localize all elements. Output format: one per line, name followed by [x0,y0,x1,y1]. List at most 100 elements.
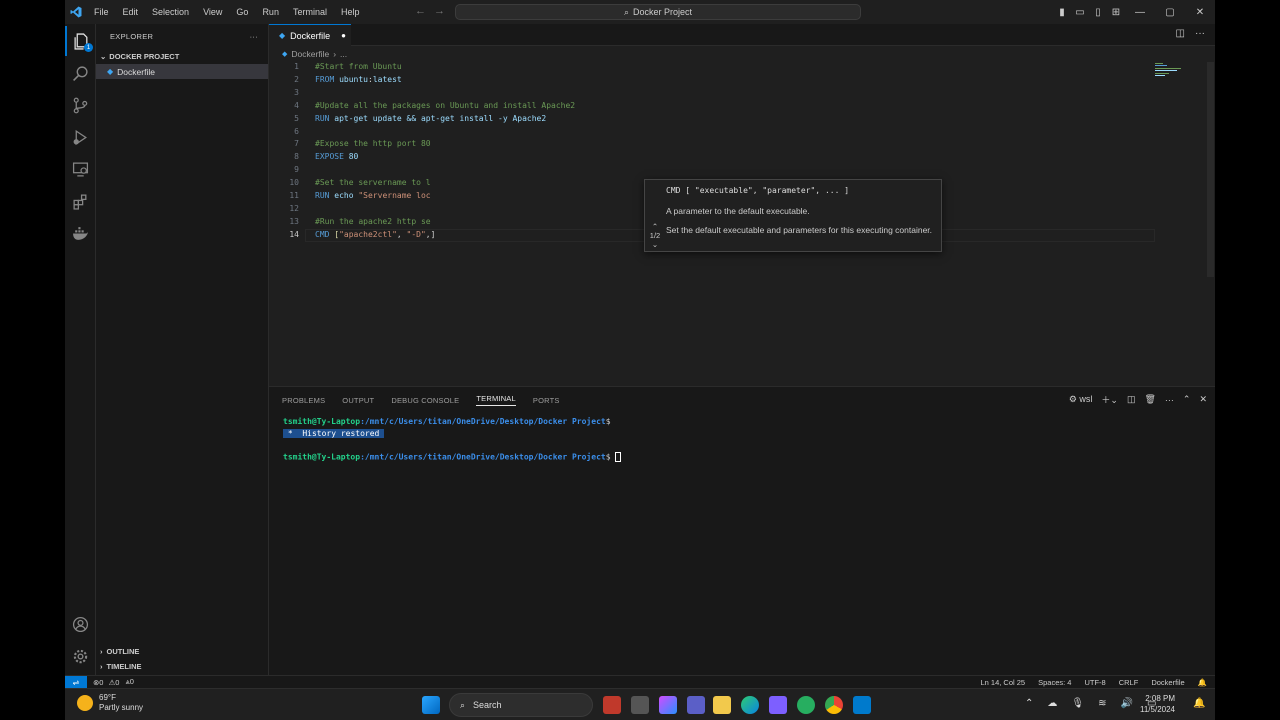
microphone-icon[interactable]: 🎙 [1071,698,1084,709]
toggle-sidebar-icon[interactable]: ▮ [1053,7,1071,18]
code-line[interactable]: RUN apt-get update && apt-get install -y… [315,114,546,123]
toggle-secondary-sidebar-icon[interactable]: ▯ [1089,7,1107,18]
code-line[interactable]: #Update all the packages on Ubuntu and i… [315,101,575,110]
back-arrow-icon[interactable]: ← [415,5,434,17]
file-item-dockerfile[interactable]: ◆ Dockerfile [96,64,268,79]
code-line[interactable]: #Start from Ubuntu [315,62,402,71]
more-actions-icon[interactable]: ··· [1165,395,1174,405]
chevron-right-icon: › [100,647,103,656]
menu-file[interactable]: File [87,7,116,17]
onedrive-icon[interactable]: ☁ [1047,698,1057,709]
line-ending[interactable]: CRLF [1119,678,1139,687]
chrome-icon[interactable] [825,696,843,714]
code-line[interactable]: EXPOSE 80 [315,152,358,161]
file-explorer-icon[interactable] [713,696,731,714]
code-line[interactable]: CMD ["apache2ctl", "-D",] [315,230,435,239]
encoding[interactable]: UTF-8 [1084,678,1105,687]
indentation[interactable]: Spaces: 4 [1038,678,1071,687]
terminal-shell-selector[interactable]: ⚙ wsl [1069,394,1093,405]
menu-help[interactable]: Help [334,7,367,17]
tab-dockerfile[interactable]: ◆ Dockerfile ● [269,24,351,46]
wifi-icon[interactable]: ≋ [1098,698,1106,709]
project-folder[interactable]: ⌄ DOCKER PROJECT [96,48,268,64]
timeline-section[interactable]: › TIMELINE [96,659,269,674]
breadcrumb-more[interactable]: ... [340,49,347,59]
customize-layout-icon[interactable]: ⊞ [1107,7,1125,18]
store-icon[interactable] [769,696,787,714]
edge-icon[interactable] [741,696,759,714]
photos-app-icon[interactable] [603,696,621,714]
explorer-icon[interactable]: 1 [65,26,96,56]
language-mode[interactable]: Dockerfile [1151,678,1184,687]
code-token: RUN [315,191,335,200]
chevron-up-icon[interactable]: ⌃ [645,222,665,231]
menu-run[interactable]: Run [255,7,286,17]
tab-ports[interactable]: PORTS [533,396,560,405]
cursor-position[interactable]: Ln 14, Col 25 [980,678,1025,687]
code-line[interactable]: FROM ubuntu:latest [315,75,402,84]
more-actions-icon[interactable]: ··· [250,32,258,41]
menu-go[interactable]: Go [229,7,255,17]
file-item-label: Dockerfile [117,66,155,77]
terminal-line[interactable]: tsmith@Ty-Laptop:/mnt/c/Users/titan/OneD… [283,452,622,462]
maximize-panel-icon[interactable]: ⌃ [1183,394,1191,405]
problems-indicator[interactable]: ⊗0 ⚠0 [93,678,119,687]
code-line[interactable]: #Expose the http port 80 [315,139,431,148]
task-view-icon[interactable] [631,696,649,714]
copilot-icon[interactable] [659,696,677,714]
tab-problems[interactable]: PROBLEMS [282,396,325,405]
new-terminal-icon[interactable]: ＋⌄ [1101,393,1118,406]
settings-gear-icon[interactable] [65,641,96,671]
breadcrumb-file[interactable]: Dockerfile [291,49,329,59]
remote-explorer-icon[interactable] [65,154,96,184]
notification-bell-icon[interactable]: 🔔 [1193,698,1205,709]
xbox-icon[interactable] [797,696,815,714]
taskbar-search[interactable]: ⌕ Search [449,693,593,717]
remote-indicator-icon[interactable]: ⇌ [65,675,87,688]
code-line[interactable]: #Run the apache2 http se [315,217,431,226]
vscode-taskbar-icon[interactable] [853,696,871,714]
code-line[interactable]: RUN echo "Servername loc [315,191,431,200]
menu-edit[interactable]: Edit [116,7,146,17]
close-button[interactable]: ✕ [1185,7,1215,18]
notifications-bell-icon[interactable]: 🔔 [1198,678,1207,687]
search-icon[interactable] [65,58,96,88]
tab-terminal[interactable]: TERMINAL [476,394,516,406]
tab-output[interactable]: OUTPUT [342,396,374,405]
volume-icon[interactable]: 🔊 [1120,698,1132,709]
menu-view[interactable]: View [196,7,229,17]
taskbar-clock[interactable]: 2:08 PM 11/5/2024 [1140,693,1175,715]
ports-indicator[interactable]: ⩓0 [125,677,133,687]
outline-section[interactable]: › OUTLINE [96,644,269,659]
teams-icon[interactable] [687,696,705,714]
code-line[interactable]: #Set the servername to l [315,178,431,187]
minimap[interactable] [1155,62,1195,76]
chevron-down-icon[interactable]: ⌄ [645,240,665,249]
forward-arrow-icon[interactable]: → [434,5,453,17]
close-panel-icon[interactable]: ✕ [1199,394,1207,405]
source-control-icon[interactable] [65,90,96,120]
start-icon[interactable] [422,696,440,714]
menu-selection[interactable]: Selection [145,7,196,17]
toggle-panel-icon[interactable]: ▭ [1071,7,1089,18]
maximize-button[interactable]: ▢ [1155,7,1185,18]
minimize-button[interactable]: — [1125,7,1155,18]
tab-debug-console[interactable]: DEBUG CONSOLE [391,396,459,405]
chevron-up-icon[interactable]: ⌃ [1025,698,1033,709]
run-debug-icon[interactable] [65,122,96,152]
unsaved-dot-icon[interactable]: ● [341,31,346,40]
weather-widget[interactable]: 69°F Partly sunny [77,693,143,713]
split-editor-icon[interactable]: ◫ [1176,28,1185,39]
split-terminal-icon[interactable]: ◫ [1127,394,1136,405]
code-token: #Set the servername to l [315,178,431,188]
menu-terminal[interactable]: Terminal [286,7,334,17]
command-center[interactable]: ⌕ Docker Project [455,4,861,20]
code-token: ubuntu [339,74,368,84]
trash-icon[interactable]: 🗑 [1144,394,1155,405]
vertical-scrollbar[interactable] [1207,62,1214,277]
docker-icon[interactable] [65,218,96,248]
extensions-icon[interactable] [65,186,96,216]
code-token: CMD [315,229,335,239]
accounts-icon[interactable] [65,609,96,639]
more-actions-icon[interactable]: ··· [1195,28,1205,39]
